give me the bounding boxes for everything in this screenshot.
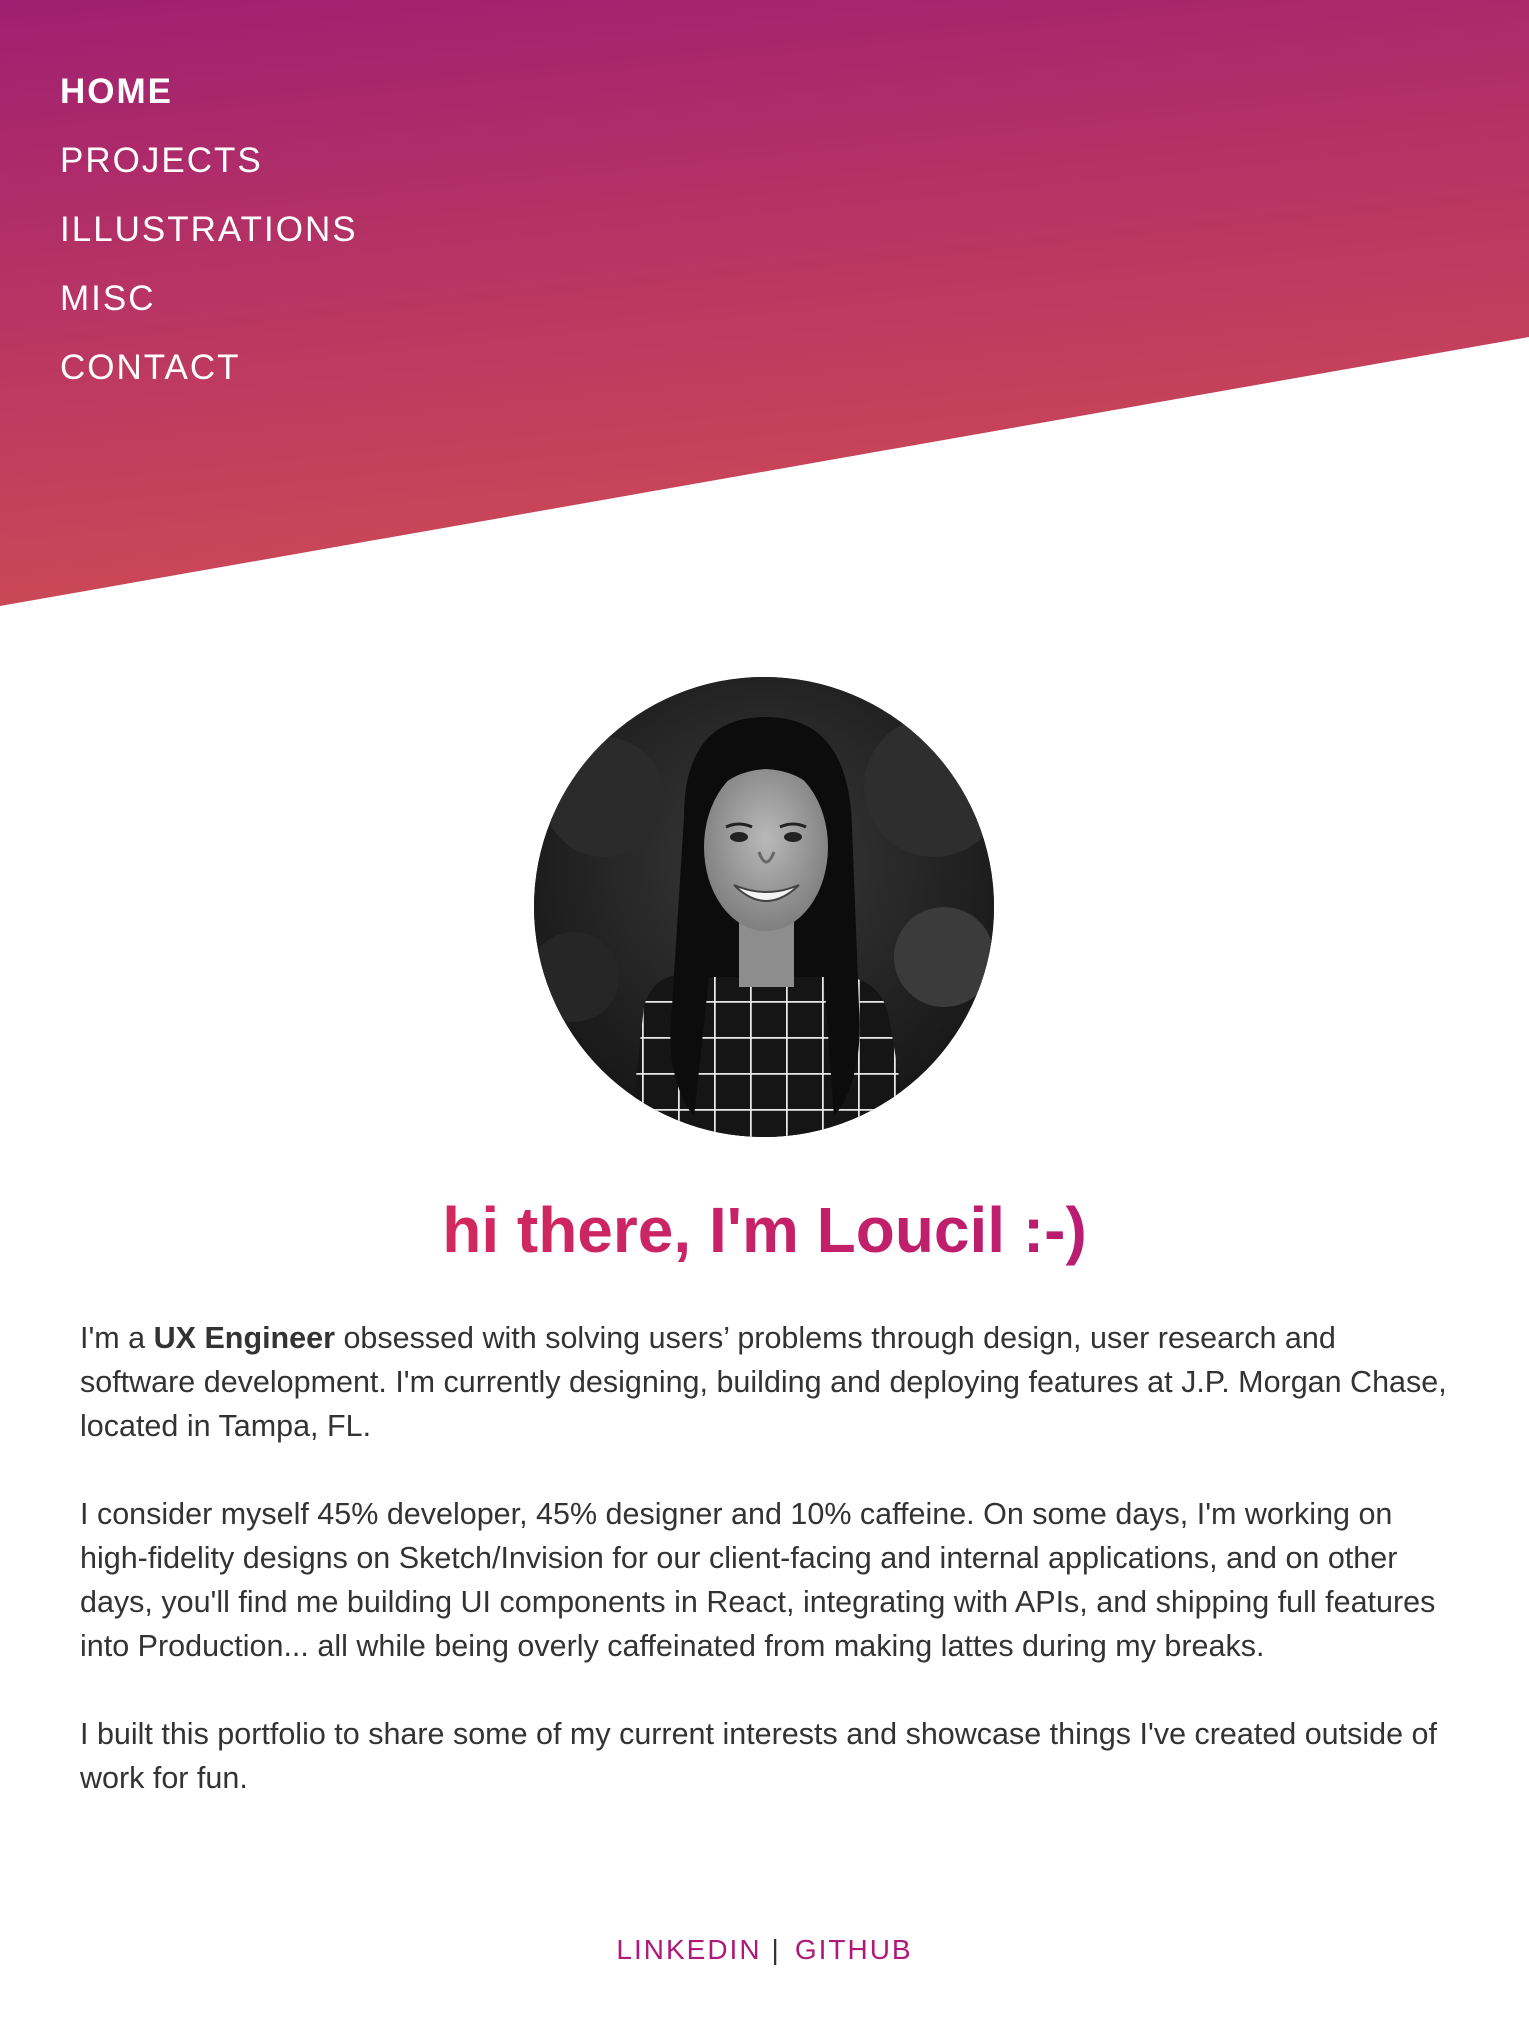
main-nav: HOME PROJECTS ILLUSTRATIONS MISC CONTACT [60,68,358,413]
nav-item-illustrations: ILLUSTRATIONS [60,206,358,275]
nav-item-contact: CONTACT [60,344,358,413]
linkedin-link[interactable]: LINKEDIN [616,1934,761,1965]
nav-link-projects[interactable]: PROJECTS [60,137,263,185]
bio-paragraph-3: I built this portfolio to share some of … [80,1717,1437,1795]
bio-paragraph-1: I'm a UX Engineer obsessed with solving … [80,1316,1455,1448]
link-separator: | [771,1934,781,1965]
profile-photo [534,677,994,1137]
bio-role-text: UX Engineer [153,1321,335,1355]
nav-link-illustrations[interactable]: ILLUSTRATIONS [60,206,358,254]
nav-item-projects: PROJECTS [60,137,358,206]
portfolio-page: HOME PROJECTS ILLUSTRATIONS MISC CONTACT [0,0,1529,2020]
nav-link-misc[interactable]: MISC [60,275,156,323]
bio-section: I'm a UX Engineer obsessed with solving … [80,1316,1455,1844]
social-links: LINKEDIN | GITHUB [0,1930,1529,1970]
github-link[interactable]: GITHUB [795,1934,913,1965]
nav-item-misc: MISC [60,275,358,344]
nav-link-home[interactable]: HOME [60,68,173,116]
bio-intro-text: I'm a [80,1321,154,1355]
bio-paragraph-2: I consider myself 45% developer, 45% des… [80,1497,1436,1663]
nav-link-contact[interactable]: CONTACT [60,344,241,392]
greeting-heading: hi there, I'm Loucil :-) [0,1190,1529,1270]
nav-item-home: HOME [60,68,358,137]
profile-photo-illustration [534,677,994,1137]
